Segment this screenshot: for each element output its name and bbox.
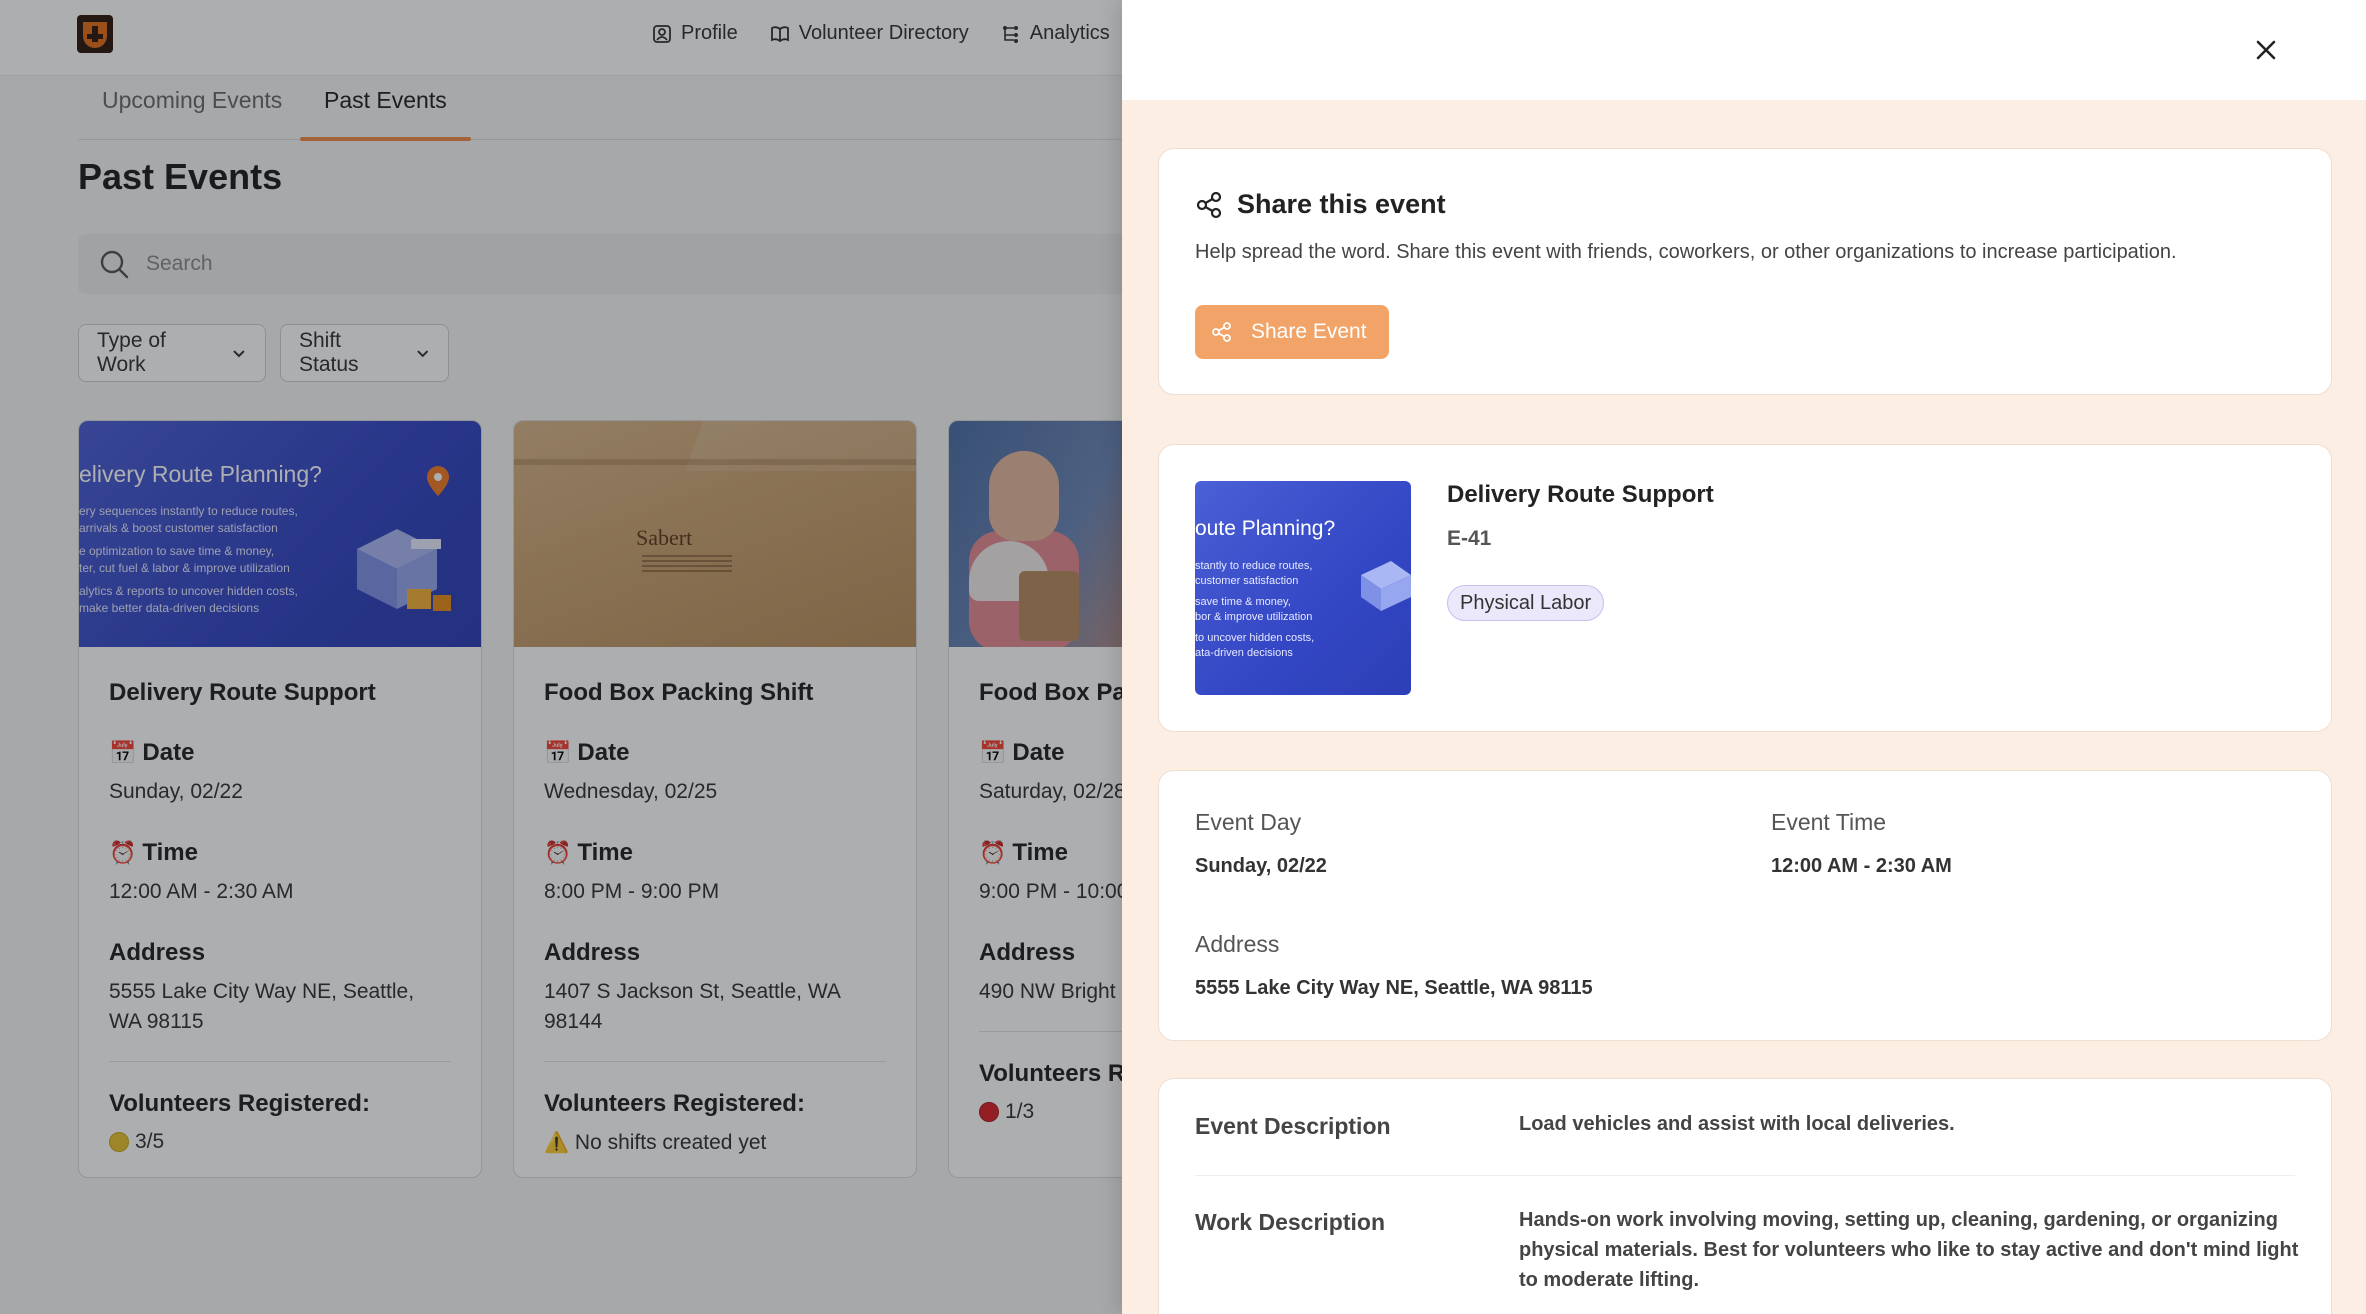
close-icon [2256,40,2276,60]
thumbnail-headline: oute Planning? [1195,517,1336,540]
thumbnail-body-text: stantly to reduce routes, customer satis… [1195,560,1315,659]
event-day-label: Event Day [1195,809,1302,835]
address-value: 5555 Lake City Way NE, Seattle, WA 98115 [1195,977,1593,999]
work-description-label: Work Description [1195,1209,1385,1235]
event-id: E-41 [1447,527,1492,550]
event-detail-drawer: Share this event Help spread the word. S… [1122,0,2366,1314]
drawer-header [1122,0,2366,100]
share-panel: Share this event Help spread the word. S… [1158,148,2332,395]
divider [1195,1175,2295,1176]
event-descriptions-panel: Event Description Load vehicles and assi… [1158,1078,2332,1314]
event-day-value: Sunday, 02/22 [1195,855,1327,877]
event-time-value: 12:00 AM - 2:30 AM [1771,855,1952,877]
event-thumbnail: oute Planning? stantly to reduce routes,… [1195,481,1411,695]
event-description-label: Event Description [1195,1113,1391,1139]
event-title: Delivery Route Support [1447,481,1714,508]
work-type-tag: Physical Labor [1447,585,1605,621]
work-description-text: Hands-on work involving moving, setting … [1519,1209,2299,1291]
close-button[interactable] [2246,30,2286,70]
event-description-text: Load vehicles and assist with local deli… [1519,1113,1955,1135]
event-details-panel: Event Day Sunday, 02/22 Event Time 12:00… [1158,770,2332,1041]
address-label: Address [1195,931,1280,957]
share-description: Help spread the word. Share this event w… [1195,241,2177,263]
share-title: Share this event [1195,189,1446,220]
share-event-button[interactable]: Share Event [1195,305,1389,359]
modal-backdrop[interactable] [0,0,1122,1314]
share-icon [1212,322,1231,342]
event-summary-panel: oute Planning? stantly to reduce routes,… [1158,444,2332,732]
share-icon [1196,191,1222,218]
isometric-blocks-illustration [1361,561,1411,611]
event-time-label: Event Time [1771,809,1887,835]
